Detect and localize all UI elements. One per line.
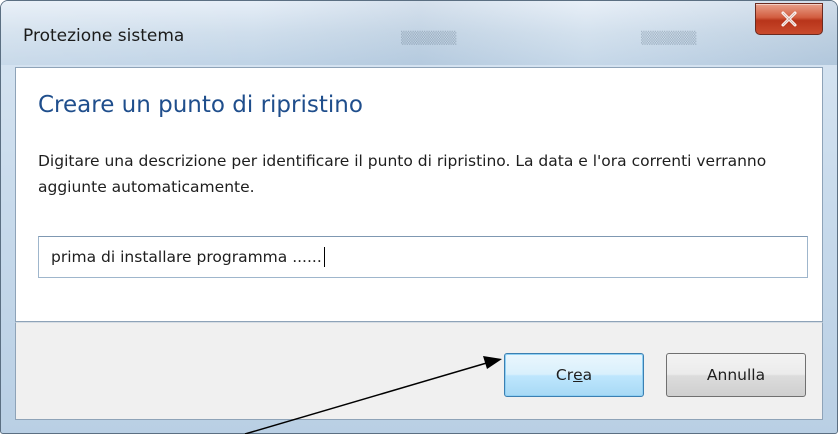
- ghost-text-right: ▒▒▒▒▒▒: [641, 31, 697, 45]
- input-value: prima di installare programma ......: [51, 248, 322, 266]
- create-label-part1: Cr: [555, 366, 574, 384]
- dialog-description: Digitare una descrizione per identificar…: [38, 152, 767, 196]
- cancel-button[interactable]: Annulla: [666, 353, 806, 397]
- close-button[interactable]: [755, 3, 823, 35]
- window-title: Protezione sistema: [23, 26, 185, 46]
- ghost-text-left: ▒▒▒▒▒▒: [401, 31, 457, 45]
- create-button[interactable]: Cr e a: [504, 353, 644, 397]
- dialog-window: ▒▒▒▒▒▒ ▒▒▒▒▒▒ Protezione sistema Creare …: [0, 0, 838, 434]
- title-bar[interactable]: ▒▒▒▒▒▒ ▒▒▒▒▒▒ Protezione sistema: [1, 1, 837, 65]
- dialog-content: Creare un punto di ripristino Digitare u…: [15, 67, 823, 322]
- create-label-accelerator: e: [573, 366, 583, 384]
- dialog-heading: Creare un punto di ripristino: [38, 92, 363, 118]
- restore-point-description-input[interactable]: prima di installare programma ......: [38, 236, 808, 278]
- create-label-part2: a: [582, 366, 593, 384]
- text-caret: [323, 247, 325, 267]
- dialog-footer: Cr e a Annulla: [15, 322, 823, 420]
- close-icon: [781, 11, 797, 27]
